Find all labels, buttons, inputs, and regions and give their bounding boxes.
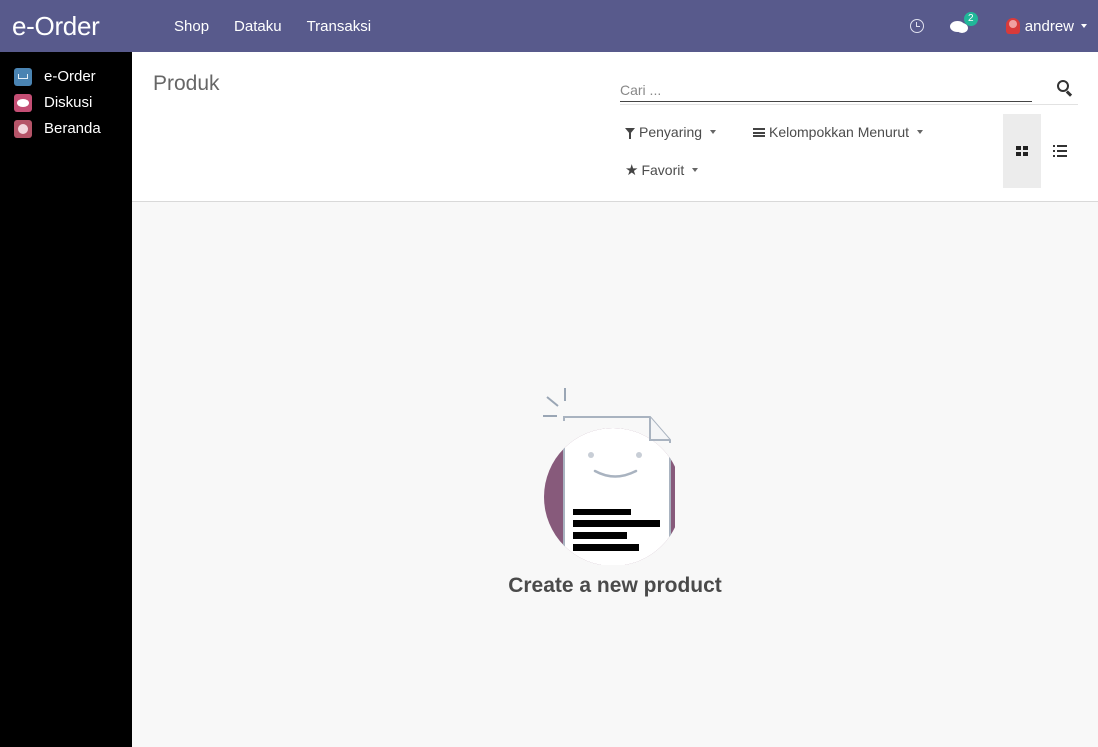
sidebar-item-beranda[interactable]: Beranda [0, 116, 132, 167]
caret-down-icon [710, 130, 717, 134]
cart-icon [14, 67, 32, 86]
search-icon-handle [1066, 90, 1073, 97]
sidebar-item-label: Diskusi [44, 94, 93, 111]
user-menu[interactable]: andrew [1005, 17, 1087, 35]
view-switcher [1003, 114, 1080, 188]
group-by-label: Kelompokkan Menurut [769, 124, 910, 140]
menu-shop[interactable]: Shop [174, 18, 209, 35]
page-title: Produk [153, 72, 220, 95]
sidebar-item-label: e-Order [44, 68, 96, 85]
kanban-view-button[interactable] [1003, 114, 1041, 188]
group-by-button[interactable]: Kelompokkan Menurut [753, 124, 924, 140]
clock-icon[interactable] [909, 19, 924, 33]
list-icon [1053, 145, 1067, 157]
search-input[interactable] [620, 78, 1032, 101]
list-view-button[interactable] [1041, 114, 1079, 188]
empty-state-message: Create a new product [508, 574, 722, 597]
caret-down-icon [1081, 24, 1087, 28]
menu-transaksi[interactable]: Transaksi [307, 18, 371, 35]
star-icon: ★ [625, 161, 639, 179]
filters-label: Penyaring [639, 124, 703, 140]
filter-icon [625, 128, 635, 139]
sidebar: e-Order Diskusi Beranda [0, 52, 132, 747]
search-bar [620, 78, 1032, 102]
main-menu: Shop Dataku Transaksi [174, 18, 396, 35]
smiling-document-icon [543, 388, 682, 566]
caret-down-icon [692, 168, 699, 172]
favorites-button[interactable]: ★ Favorit [625, 161, 699, 179]
divider [620, 104, 1078, 105]
caret-down-icon [917, 130, 924, 134]
messaging-menu[interactable]: 2 [949, 12, 978, 34]
bars-icon [753, 127, 765, 137]
search-icon[interactable] [1057, 80, 1073, 97]
user-name: andrew [1024, 17, 1074, 35]
app-brand[interactable]: e-Order [0, 11, 132, 42]
systray: 2 andrew [909, 0, 1098, 52]
menu-dataku[interactable]: Dataku [234, 18, 282, 35]
sidebar-item-label: Beranda [44, 120, 101, 137]
control-panel: Produk Penyaring Kelompokkan Menurut ★ F… [132, 52, 1098, 202]
kanban-icon [1015, 145, 1029, 157]
avatar [1005, 18, 1020, 34]
messages-badge: 2 [963, 12, 978, 26]
home-icon [14, 119, 32, 138]
chat-icon [14, 93, 32, 112]
empty-state-illustration [540, 385, 682, 566]
filters-button[interactable]: Penyaring [625, 124, 717, 140]
favorites-label: Favorit [641, 162, 685, 178]
top-navbar: e-Order Shop Dataku Transaksi 2 andrew [0, 0, 1098, 52]
